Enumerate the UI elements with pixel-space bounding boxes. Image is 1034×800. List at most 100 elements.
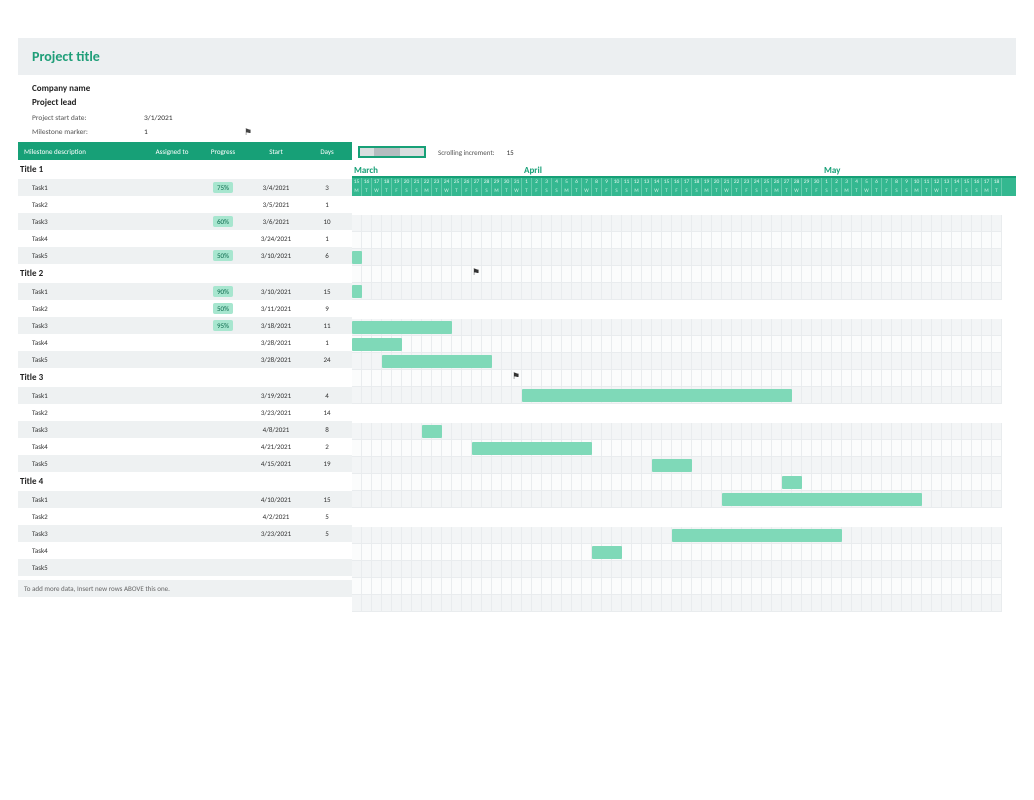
task-row[interactable]: Task43/28/20211: [18, 334, 352, 351]
task-start[interactable]: 3/10/2021: [245, 251, 307, 260]
task-days[interactable]: 19: [307, 459, 347, 468]
gantt-bar[interactable]: [592, 546, 622, 559]
task-days[interactable]: 5: [307, 512, 347, 521]
task-start[interactable]: 4/21/2021: [245, 442, 307, 451]
task-start[interactable]: 3/11/2021: [245, 304, 307, 313]
gantt-bar[interactable]: [352, 285, 362, 298]
task-row[interactable]: Task14/10/202115: [18, 491, 352, 508]
day-header: 18T: [992, 178, 1002, 196]
task-days[interactable]: 8: [307, 425, 347, 434]
day-header: 23T: [432, 178, 442, 196]
gantt-bar[interactable]: [672, 529, 842, 542]
day-header: 6T: [572, 178, 582, 196]
task-name: Task3: [18, 425, 143, 434]
gantt-bar[interactable]: [652, 459, 692, 472]
task-start[interactable]: 3/5/2021: [245, 200, 307, 209]
task-days[interactable]: 24: [307, 355, 347, 364]
task-days[interactable]: 6: [307, 251, 347, 260]
gantt-bar[interactable]: [722, 493, 922, 506]
day-header: 7F: [882, 178, 892, 196]
task-days[interactable]: 10: [307, 217, 347, 226]
task-row[interactable]: Task1 75%3/4/20213: [18, 179, 352, 196]
task-start[interactable]: 4/8/2021: [245, 425, 307, 434]
day-header: 5W: [862, 178, 872, 196]
timeline-scrollbar[interactable]: [358, 146, 426, 158]
task-start[interactable]: 3/19/2021: [245, 391, 307, 400]
day-header: 26F: [462, 178, 472, 196]
gantt-bar[interactable]: [422, 425, 442, 438]
task-row[interactable]: Task5: [18, 559, 352, 576]
task-start[interactable]: 3/28/2021: [245, 355, 307, 364]
day-header: 8S: [892, 178, 902, 196]
start-date-value[interactable]: 3/1/2021: [144, 114, 204, 123]
gantt-bar[interactable]: [352, 251, 362, 264]
task-progress[interactable]: 50%: [201, 303, 245, 314]
day-header: 20S: [402, 178, 412, 196]
task-name: Task1: [18, 183, 143, 192]
task-start[interactable]: 4/2/2021: [245, 512, 307, 521]
day-header: 17W: [372, 178, 382, 196]
day-header: 13T: [642, 178, 652, 196]
day-header: 31W: [512, 178, 522, 196]
task-progress[interactable]: 75%: [201, 182, 245, 193]
footer-note: To add more data, Insert new rows ABOVE …: [18, 580, 352, 597]
task-days[interactable]: 14: [307, 408, 347, 417]
gantt-bar[interactable]: [382, 355, 492, 368]
task-row[interactable]: Task54/15/202119: [18, 455, 352, 472]
task-row[interactable]: Task3 4/8/20218: [18, 421, 352, 438]
gantt-bar[interactable]: [472, 442, 592, 455]
task-days[interactable]: 1: [307, 200, 347, 209]
task-start[interactable]: 3/4/2021: [245, 183, 307, 192]
task-days[interactable]: 15: [307, 495, 347, 504]
task-row[interactable]: Task13/19/20214: [18, 387, 352, 404]
task-row[interactable]: Task360%3/6/202110: [18, 213, 352, 230]
task-days[interactable]: 3: [307, 183, 347, 192]
task-row[interactable]: Task24/2/20215: [18, 508, 352, 525]
task-start[interactable]: 4/15/2021: [245, 459, 307, 468]
task-days[interactable]: 1: [307, 338, 347, 347]
task-start[interactable]: 3/18/2021: [245, 321, 307, 330]
task-start[interactable]: 3/23/2021: [245, 408, 307, 417]
task-progress[interactable]: 50%: [201, 250, 245, 261]
task-progress[interactable]: 95%: [201, 320, 245, 331]
task-row[interactable]: Task550%3/10/20216: [18, 247, 352, 264]
task-days[interactable]: 11: [307, 321, 347, 330]
task-row[interactable]: Task4: [18, 542, 352, 559]
day-header: 11S: [622, 178, 632, 196]
task-row[interactable]: Task250%3/11/20219: [18, 300, 352, 317]
day-header: 26M: [772, 178, 782, 196]
task-days[interactable]: 1: [307, 234, 347, 243]
task-row[interactable]: Task43/24/20211: [18, 230, 352, 247]
task-row[interactable]: Task23/5/20211: [18, 196, 352, 213]
gantt-bar[interactable]: [352, 321, 452, 334]
task-start[interactable]: 3/10/2021: [245, 287, 307, 296]
task-progress[interactable]: 90%: [201, 286, 245, 297]
task-start[interactable]: 3/28/2021: [245, 338, 307, 347]
task-row[interactable]: Task53/28/202124: [18, 351, 352, 368]
day-header: 16T: [362, 178, 372, 196]
gantt-bar[interactable]: [782, 476, 802, 489]
task-start[interactable]: 3/23/2021: [245, 529, 307, 538]
task-days[interactable]: 2: [307, 442, 347, 451]
task-progress[interactable]: 60%: [201, 216, 245, 227]
day-header: 19M: [702, 178, 712, 196]
task-start[interactable]: 3/6/2021: [245, 217, 307, 226]
task-days[interactable]: 4: [307, 391, 347, 400]
task-start[interactable]: 4/10/2021: [245, 495, 307, 504]
day-header: 16S: [972, 178, 982, 196]
gantt-bar[interactable]: [352, 338, 402, 351]
task-days[interactable]: 5: [307, 529, 347, 538]
task-days[interactable]: 9: [307, 304, 347, 313]
task-start[interactable]: 3/24/2021: [245, 234, 307, 243]
task-row[interactable]: Task33/23/20215: [18, 525, 352, 542]
gantt-bar[interactable]: [522, 389, 792, 402]
task-row[interactable]: Task23/23/202114: [18, 404, 352, 421]
scrolling-increment-value[interactable]: 15: [507, 148, 514, 157]
milestone-marker-value[interactable]: 1: [144, 128, 204, 137]
day-header: 4T: [852, 178, 862, 196]
gantt-row: [352, 370, 1016, 387]
task-row[interactable]: Task395%3/18/202111: [18, 317, 352, 334]
task-row[interactable]: Task44/21/20212: [18, 438, 352, 455]
task-row[interactable]: Task190%3/10/202115: [18, 283, 352, 300]
task-days[interactable]: 15: [307, 287, 347, 296]
